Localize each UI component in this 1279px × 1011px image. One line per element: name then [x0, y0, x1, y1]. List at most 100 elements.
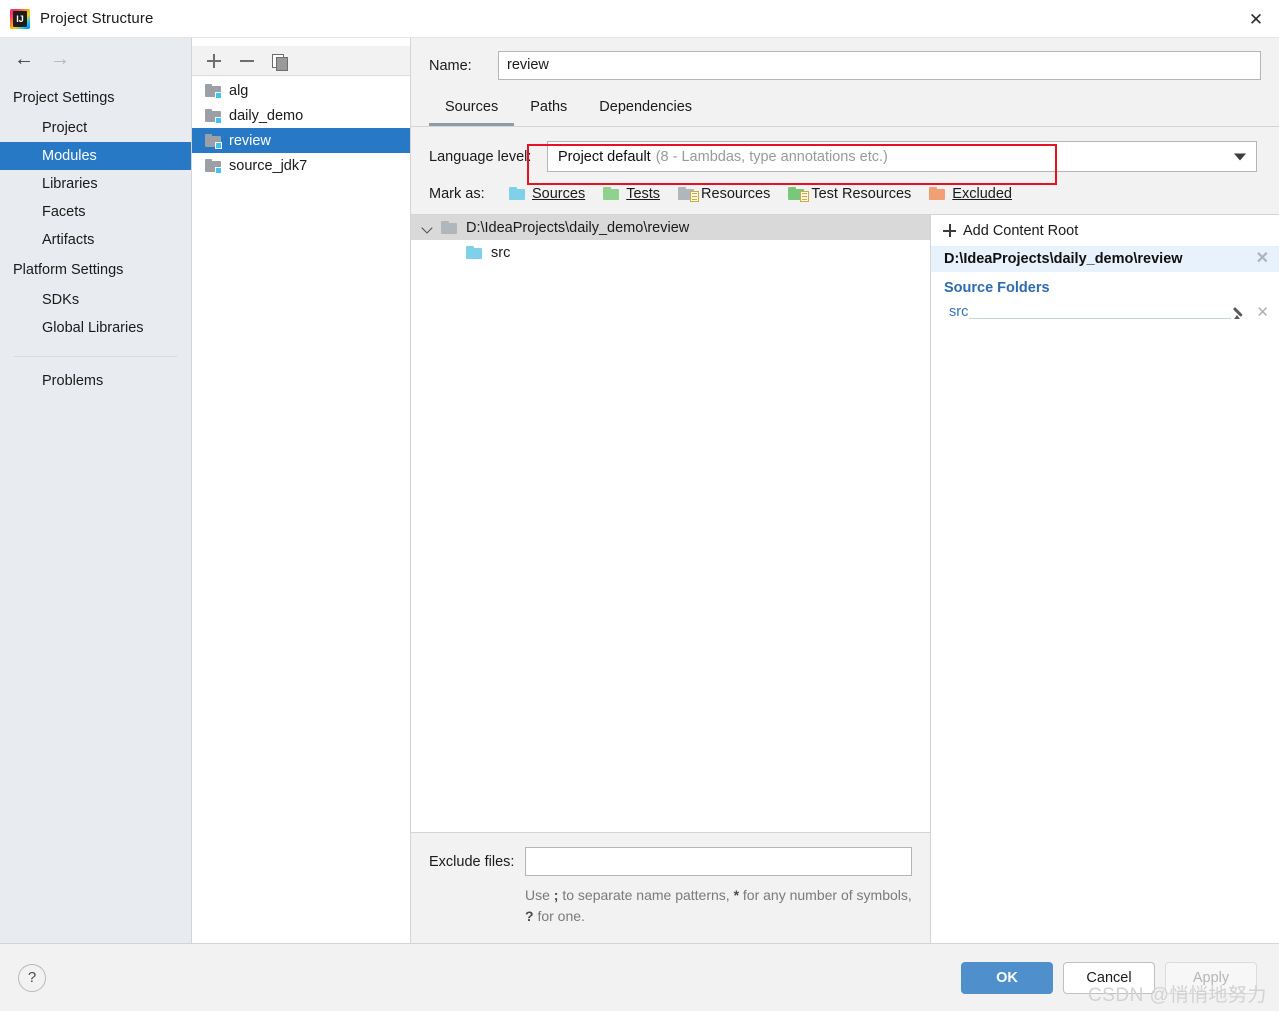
hint-suffix: for one.	[533, 908, 585, 924]
language-level-row: Language level: Project default (8 - Lam…	[411, 127, 1279, 172]
source-folder-row[interactable]: src ✕	[931, 300, 1279, 324]
module-label: source_jdk7	[229, 157, 308, 174]
sidebar-item-project[interactable]: Project	[0, 114, 191, 142]
mark-as-excluded-label: Excluded	[952, 186, 1012, 202]
tree-row[interactable]: src	[411, 240, 930, 265]
mark-as-resources[interactable]: Resources	[678, 186, 770, 202]
dialog-footer: ? OK Cancel Apply	[0, 943, 1279, 1011]
sidebar-divider	[14, 356, 177, 357]
language-level-label: Language level:	[429, 148, 532, 165]
hint-mid2: for any number of symbols,	[739, 887, 912, 903]
module-name-input[interactable]: review	[498, 51, 1261, 80]
module-item-source-jdk7[interactable]: source_jdk7	[192, 153, 410, 178]
module-list: alg daily_demo review source_jdk7	[192, 76, 410, 943]
folder-gray-icon	[441, 220, 459, 235]
tab-paths[interactable]: Paths	[514, 93, 583, 126]
module-label: alg	[229, 82, 249, 99]
copy-module-icon[interactable]	[272, 53, 288, 71]
window-title: Project Structure	[40, 10, 154, 27]
folder-resources-icon	[678, 187, 700, 202]
tree-row-label: src	[491, 244, 511, 261]
exclude-files-hint: Use ; to separate name patterns, * for a…	[525, 885, 912, 927]
sidebar-item-global-libraries[interactable]: Global Libraries	[0, 314, 191, 342]
language-level-description: (8 - Lambdas, type annotations etc.)	[655, 148, 888, 165]
close-icon[interactable]: ✕	[1233, 0, 1279, 38]
footer-buttons: OK Cancel Apply	[961, 961, 1257, 994]
intellij-idea-logo-icon	[10, 8, 30, 29]
module-label: review	[229, 132, 271, 149]
sources-split: D:\IdeaProjects\daily_demo\review src Ex…	[411, 214, 1279, 943]
add-content-root-button[interactable]: Add Content Root	[931, 215, 1279, 246]
module-name-label: Name:	[429, 57, 472, 74]
module-editor-panel: Name: review Sources Paths Dependencies …	[411, 38, 1279, 943]
tab-sources[interactable]: Sources	[429, 93, 515, 126]
forward-arrow-icon: →	[50, 48, 70, 70]
mark-as-tests-label: Tests	[626, 186, 661, 202]
chevron-down-icon[interactable]	[421, 221, 434, 234]
hint-prefix: Use	[525, 887, 554, 903]
content-root-tree: D:\IdeaProjects\daily_demo\review src Ex…	[411, 215, 931, 943]
hint-mid1: to separate name patterns,	[558, 887, 734, 903]
remove-content-root-icon[interactable]: ✕	[1256, 251, 1269, 267]
remove-module-icon[interactable]	[239, 53, 255, 69]
tree-row-label: D:\IdeaProjects\daily_demo\review	[466, 219, 690, 236]
add-content-root-label: Add Content Root	[963, 222, 1079, 239]
mark-as-test-resources-label: Test Resources	[811, 186, 912, 202]
content-root-path: D:\IdeaProjects\daily_demo\review	[944, 251, 1183, 267]
module-label: daily_demo	[229, 107, 304, 124]
title-bar: Project Structure ✕	[0, 0, 1279, 38]
plus-icon	[943, 224, 956, 237]
mark-as-test-resources[interactable]: Test Resources	[788, 186, 911, 202]
folder-test-resources-icon	[788, 187, 810, 202]
module-folder-icon	[205, 133, 222, 149]
sidebar-group-platform-settings: Platform Settings	[13, 262, 124, 278]
sidebar-item-libraries[interactable]: Libraries	[0, 170, 191, 198]
module-folder-icon	[205, 108, 222, 124]
source-folders-title: Source Folders	[944, 280, 1050, 296]
mark-as-excluded[interactable]: Excluded	[929, 186, 1012, 202]
sidebar-item-facets[interactable]: Facets	[0, 198, 191, 226]
chevron-down-icon[interactable]	[1234, 153, 1246, 160]
source-folder-rule	[969, 318, 1232, 319]
sidebar-item-artifacts[interactable]: Artifacts	[0, 226, 191, 254]
content-root-header: D:\IdeaProjects\daily_demo\review ✕	[931, 246, 1279, 272]
hint-question: ?	[525, 908, 534, 924]
module-item-review[interactable]: review	[192, 128, 410, 153]
exclude-files-row: Exclude files:	[420, 847, 912, 876]
dialog-body: ← → Project Settings Project Modules Lib…	[0, 38, 1279, 943]
mark-as-row: Mark as: Sources Tests Resources Test Re…	[411, 172, 1279, 214]
ok-button[interactable]: OK	[961, 961, 1053, 994]
module-folder-icon	[205, 158, 222, 174]
module-item-daily-demo[interactable]: daily_demo	[192, 103, 410, 128]
folder-tests-icon	[603, 187, 621, 201]
sidebar-item-problems[interactable]: Problems	[0, 367, 191, 395]
remove-source-folder-icon[interactable]: ✕	[1256, 305, 1269, 320]
module-item-alg[interactable]: alg	[192, 78, 410, 103]
language-level-select[interactable]: Project default (8 - Lambdas, type annot…	[547, 141, 1257, 172]
add-module-icon[interactable]	[206, 53, 222, 69]
content-roots-panel: Add Content Root D:\IdeaProjects\daily_d…	[931, 215, 1279, 943]
modules-list-panel: alg daily_demo review source_jdk7	[192, 38, 411, 943]
folder-sources-icon	[509, 187, 527, 201]
mark-as-label: Mark as:	[429, 186, 485, 202]
mark-as-resources-label: Resources	[701, 186, 771, 202]
project-structure-dialog: Project Structure ✕ ← → Project Settings…	[0, 0, 1279, 1011]
help-button[interactable]: ?	[18, 963, 46, 992]
sidebar-item-sdks[interactable]: SDKs	[0, 286, 191, 314]
back-arrow-icon[interactable]: ←	[14, 49, 34, 69]
mark-as-sources-label: Sources	[532, 186, 586, 202]
tab-dependencies[interactable]: Dependencies	[583, 93, 708, 126]
mark-as-sources[interactable]: Sources	[509, 186, 585, 202]
pencil-icon[interactable]	[1233, 305, 1248, 320]
exclude-files-label: Exclude files:	[429, 853, 515, 870]
settings-sidebar: ← → Project Settings Project Modules Lib…	[0, 38, 192, 943]
sidebar-item-modules[interactable]: Modules	[0, 142, 191, 170]
modules-toolbar	[192, 46, 410, 76]
exclude-files-input[interactable]	[525, 847, 912, 876]
cancel-button[interactable]: Cancel	[1063, 961, 1155, 994]
mark-as-tests[interactable]: Tests	[603, 186, 660, 202]
sidebar-group-project-settings: Project Settings	[13, 90, 115, 106]
module-name-row: Name: review	[411, 38, 1279, 80]
module-tabs: Sources Paths Dependencies	[411, 80, 1279, 127]
tree-row[interactable]: D:\IdeaProjects\daily_demo\review	[411, 215, 930, 240]
